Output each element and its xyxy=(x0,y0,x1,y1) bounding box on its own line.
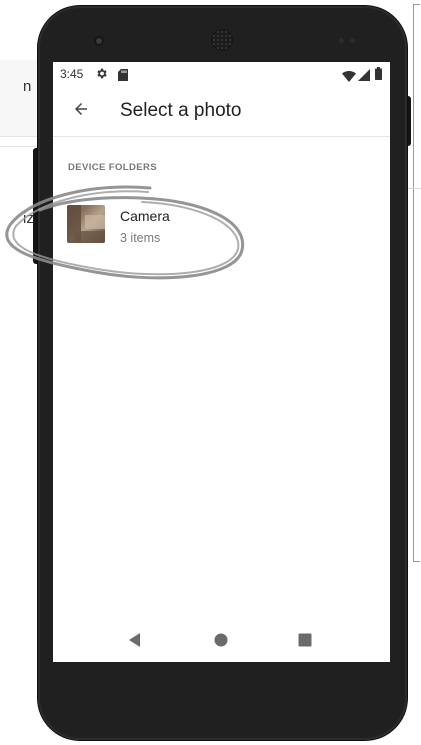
folder-thumbnail xyxy=(67,205,105,243)
light-sensor xyxy=(350,38,355,43)
signal-icon xyxy=(358,68,370,86)
folder-item-count: 3 items xyxy=(120,231,161,245)
wifi-icon xyxy=(342,69,356,87)
sd-card-icon xyxy=(118,68,128,86)
square-recents-icon[interactable] xyxy=(297,632,313,653)
status-bar: 3:45 xyxy=(53,62,390,86)
arrow-back-icon xyxy=(72,100,90,123)
background-text-fragment: n xyxy=(23,78,32,95)
background-panel-edge xyxy=(413,4,420,562)
circle-home-icon[interactable] xyxy=(213,632,229,653)
folder-name: Camera xyxy=(120,208,170,224)
phone-screen: 3:45 Select a photo DEVICE FOLDERS Camer… xyxy=(53,62,390,662)
folder-item-camera[interactable]: Camera 3 items xyxy=(53,192,390,254)
triangle-back-icon[interactable] xyxy=(127,632,143,653)
app-bar: Select a photo xyxy=(53,86,390,137)
status-time: 3:45 xyxy=(60,67,84,81)
proximity-sensor xyxy=(339,38,344,43)
section-header: DEVICE FOLDERS xyxy=(68,162,157,173)
navigation-bar xyxy=(53,618,390,662)
earpiece-speaker xyxy=(212,30,232,50)
front-camera xyxy=(94,36,104,46)
gear-icon xyxy=(95,67,108,85)
back-button[interactable] xyxy=(61,91,101,131)
page-title: Select a photo xyxy=(120,100,242,121)
battery-icon xyxy=(375,67,382,85)
